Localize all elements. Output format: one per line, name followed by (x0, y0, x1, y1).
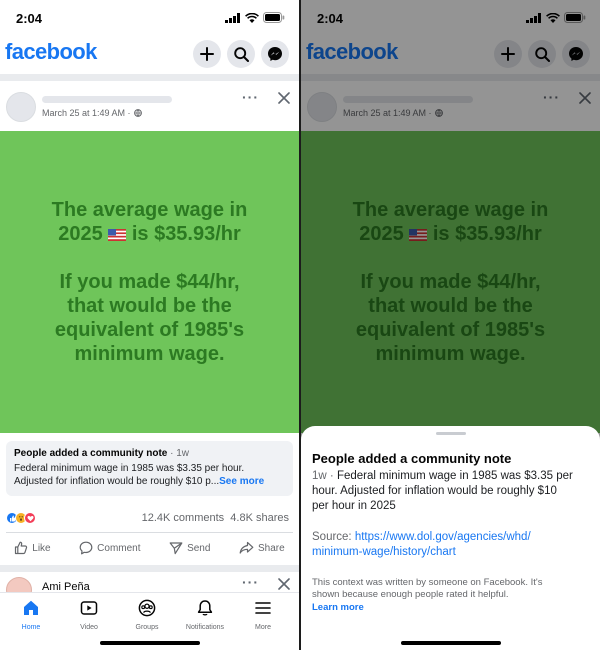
us-flag-icon (108, 229, 127, 241)
status-time: 2:04 (16, 11, 43, 26)
actions-divider (6, 532, 293, 533)
send-label: Send (187, 542, 211, 554)
status-icons (225, 12, 285, 23)
sheet-note-text: 1w · Federal minimum wage in 1985 was $3… (312, 470, 573, 512)
search-icon (233, 46, 249, 62)
love-reaction-icon (24, 512, 36, 524)
messenger-button[interactable] (261, 40, 289, 68)
image-text-line: If you made $44/hr, (59, 271, 240, 293)
left-screen: 2:04 facebook March 25 at 1:49 AM · ··· … (0, 0, 299, 650)
globe-icon (133, 109, 142, 117)
post-author-name-redacted[interactable] (42, 96, 172, 103)
menu-icon (255, 602, 271, 614)
wifi-icon (245, 12, 259, 23)
thumbs-up-icon (15, 541, 28, 555)
community-note-text: Federal minimum wage in 1985 was $3.35 p… (14, 463, 265, 487)
image-text-line: equivalent of 1985's (54, 319, 245, 341)
post-actions: Like Comment Send Share (0, 538, 299, 558)
engagement-counts: 12.4K comments 4.8K shares (142, 512, 289, 524)
comment-label: Comment (97, 542, 141, 554)
comment-button[interactable]: Comment (79, 541, 141, 555)
search-button[interactable] (227, 40, 255, 68)
close-icon (278, 92, 290, 104)
video-icon (80, 601, 98, 615)
shares-count[interactable]: 4.8K shares (230, 512, 289, 524)
post-image-headline: The average wage in 2025 is $35.93/hr (0, 198, 299, 246)
sheet-drag-handle[interactable] (435, 432, 466, 435)
tab-notifications[interactable]: Notifications (177, 599, 233, 631)
home-indicator (400, 641, 501, 645)
home-indicator (99, 641, 200, 645)
post-date-text: March 25 at 1:49 AM · (42, 108, 131, 118)
community-note-preview[interactable]: People added a community note · 1w Feder… (6, 441, 293, 496)
like-button[interactable]: Like (14, 541, 51, 555)
plus-icon (200, 47, 214, 61)
post-hide-button[interactable] (278, 91, 290, 109)
feed-separator (0, 565, 299, 572)
sheet-title: People added a community note (312, 451, 512, 466)
tab-groups[interactable]: Groups (119, 599, 175, 631)
status-bar: 2:04 (0, 0, 299, 36)
comment-icon (79, 541, 93, 555)
image-text-line: 2025 is $35.93/hr (58, 223, 241, 245)
image-text-line: that would be the (67, 295, 232, 317)
comments-count[interactable]: 12.4K comments (142, 512, 225, 524)
bottom-tab-bar: Home Video Groups Notifications More (0, 592, 299, 650)
learn-more-link[interactable]: Learn more (312, 602, 588, 614)
post-author-avatar[interactable] (6, 92, 36, 122)
tab-more[interactable]: More (235, 599, 291, 631)
share-icon (239, 541, 254, 554)
tab-label: Video (80, 624, 98, 631)
post-timestamp: March 25 at 1:49 AM · (42, 108, 142, 118)
close-icon (278, 578, 290, 590)
image-text-line: The average wage in (51, 199, 248, 221)
reaction-summary[interactable] (6, 512, 36, 524)
facebook-logo[interactable]: facebook (5, 39, 97, 65)
source-link-continued[interactable]: minimum-wage/history/chart (312, 545, 590, 560)
sheet-source: Source: https://www.dol.gov/agencies/whd… (312, 530, 590, 560)
tab-video[interactable]: Video (61, 599, 117, 631)
see-more-link[interactable]: See more (219, 476, 264, 487)
sheet-disclaimer: This context was written by someone on F… (312, 577, 588, 614)
like-label: Like (32, 542, 51, 554)
bell-icon (197, 600, 213, 616)
tab-label: More (255, 624, 271, 631)
app-header: facebook (0, 36, 299, 72)
home-icon (24, 600, 38, 615)
tab-label: Home (21, 624, 41, 631)
post-more-options-button[interactable]: ··· (242, 89, 259, 105)
community-note-sheet: People added a community note 1w · Feder… (301, 426, 600, 650)
tab-label: Notifications (185, 624, 225, 631)
post-image-body: If you made $44/hr, that would be the eq… (0, 270, 299, 366)
create-button[interactable] (193, 40, 221, 68)
share-label: Share (257, 542, 285, 554)
feed-separator (0, 74, 299, 81)
signal-icon (225, 12, 240, 23)
battery-icon (263, 12, 285, 23)
image-text-line: minimum wage. (74, 343, 225, 365)
tab-home[interactable]: Home (3, 599, 59, 631)
groups-icon (138, 599, 156, 617)
community-note-title: People added a community note · 1w (14, 448, 190, 459)
next-post-more-button[interactable]: ··· (242, 574, 259, 590)
right-screen: 2:04 facebook March 25 at 1:49 AM · ··· … (301, 0, 600, 650)
messenger-icon (268, 47, 282, 61)
source-link[interactable]: https://www.dol.gov/agencies/whd/ (355, 531, 531, 543)
share-button[interactable]: Share (239, 541, 285, 555)
tab-label: Groups (135, 624, 159, 631)
send-button[interactable]: Send (169, 541, 210, 555)
send-icon (169, 542, 183, 555)
